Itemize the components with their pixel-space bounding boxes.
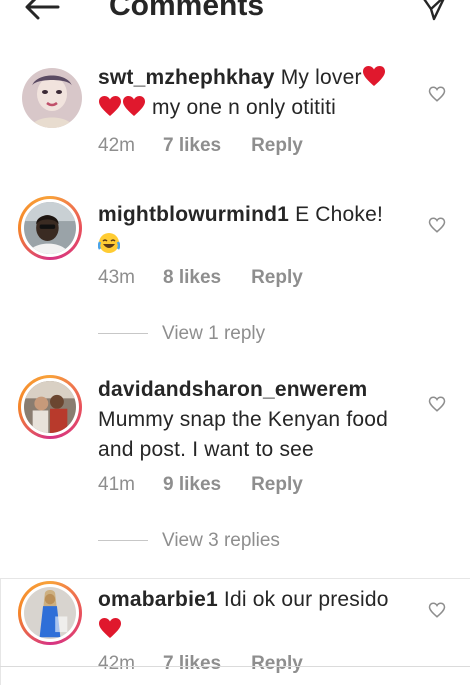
view-replies-label: View 3 replies <box>162 530 280 551</box>
comment-likes-button[interactable]: 8 likes <box>163 266 221 290</box>
comment-text: mightblowurmind1 E Choke! <box>98 200 418 260</box>
red-heart-emoji-icon <box>123 96 145 116</box>
comment-body-part: Mummy snap the Kenyan food and post. I w… <box>98 408 389 461</box>
comment-text: omabarbie1 Idi ok our presido <box>98 585 418 645</box>
heart-outline-icon[interactable] <box>428 601 446 619</box>
back-arrow-icon[interactable] <box>22 0 62 22</box>
comment-username[interactable]: omabarbie1 <box>98 588 218 611</box>
avatar[interactable] <box>18 196 82 260</box>
view-replies-button[interactable]: View 1 reply <box>98 322 265 346</box>
comment-time: 43m <box>98 267 135 288</box>
replies-divider-line <box>98 540 148 542</box>
comment-text: swt_mzhephkhay My lover my one n only ot… <box>98 63 418 123</box>
comment-likes-button[interactable]: 7 likes <box>163 134 221 158</box>
comment-time: 42m <box>98 135 135 156</box>
comment-body-part: E Choke! <box>289 203 384 226</box>
comment-body-part: My lover <box>274 66 362 89</box>
avatar[interactable] <box>18 581 82 645</box>
red-heart-emoji-icon <box>99 618 121 638</box>
view-replies-button[interactable]: View 3 replies <box>98 529 280 553</box>
comment-username[interactable]: mightblowurmind1 <box>98 203 289 226</box>
red-heart-emoji-icon <box>99 96 121 116</box>
comment-meta: 43m 8 likes Reply <box>98 266 303 290</box>
page-title: Comments <box>109 0 265 22</box>
reply-button[interactable]: Reply <box>251 473 303 497</box>
view-replies-label: View 1 reply <box>162 323 266 344</box>
heart-outline-icon[interactable] <box>428 85 446 103</box>
red-heart-emoji-icon <box>362 66 385 86</box>
comment-username[interactable]: davidandsharon_enwerem <box>98 378 367 401</box>
comment-likes-button[interactable]: 7 likes <box>163 652 221 676</box>
laughing-face-emoji-icon <box>98 233 120 253</box>
comment-meta: 42m 7 likes Reply <box>98 134 303 158</box>
bottom-divider <box>0 666 470 667</box>
comment-text: davidandsharon_enwerem Mummy snap the Ken… <box>98 375 428 465</box>
comment-meta: 42m 7 likes Reply <box>98 652 303 676</box>
avatar[interactable] <box>22 68 82 128</box>
comment-time: 41m <box>98 474 135 495</box>
reply-button[interactable]: Reply <box>251 266 303 290</box>
comment-username[interactable]: swt_mzhephkhay <box>98 66 275 89</box>
comment-time: 42m <box>98 653 135 674</box>
replies-divider-line <box>98 333 148 335</box>
heart-outline-icon[interactable] <box>428 395 446 413</box>
avatar[interactable] <box>18 375 82 439</box>
comment-body-part: my one n only otititi <box>146 96 336 119</box>
reply-button[interactable]: Reply <box>251 134 303 158</box>
send-icon[interactable] <box>418 0 448 22</box>
comments-screen: Comments swt_mzhephkhay My lover my one … <box>0 0 470 685</box>
comment-body-part: Idi ok our presido <box>217 588 389 611</box>
heart-outline-icon[interactable] <box>428 216 446 234</box>
reply-button[interactable]: Reply <box>251 652 303 676</box>
comment-likes-button[interactable]: 9 likes <box>163 473 221 497</box>
comment-meta: 41m 9 likes Reply <box>98 473 303 497</box>
header: Comments <box>0 0 470 34</box>
